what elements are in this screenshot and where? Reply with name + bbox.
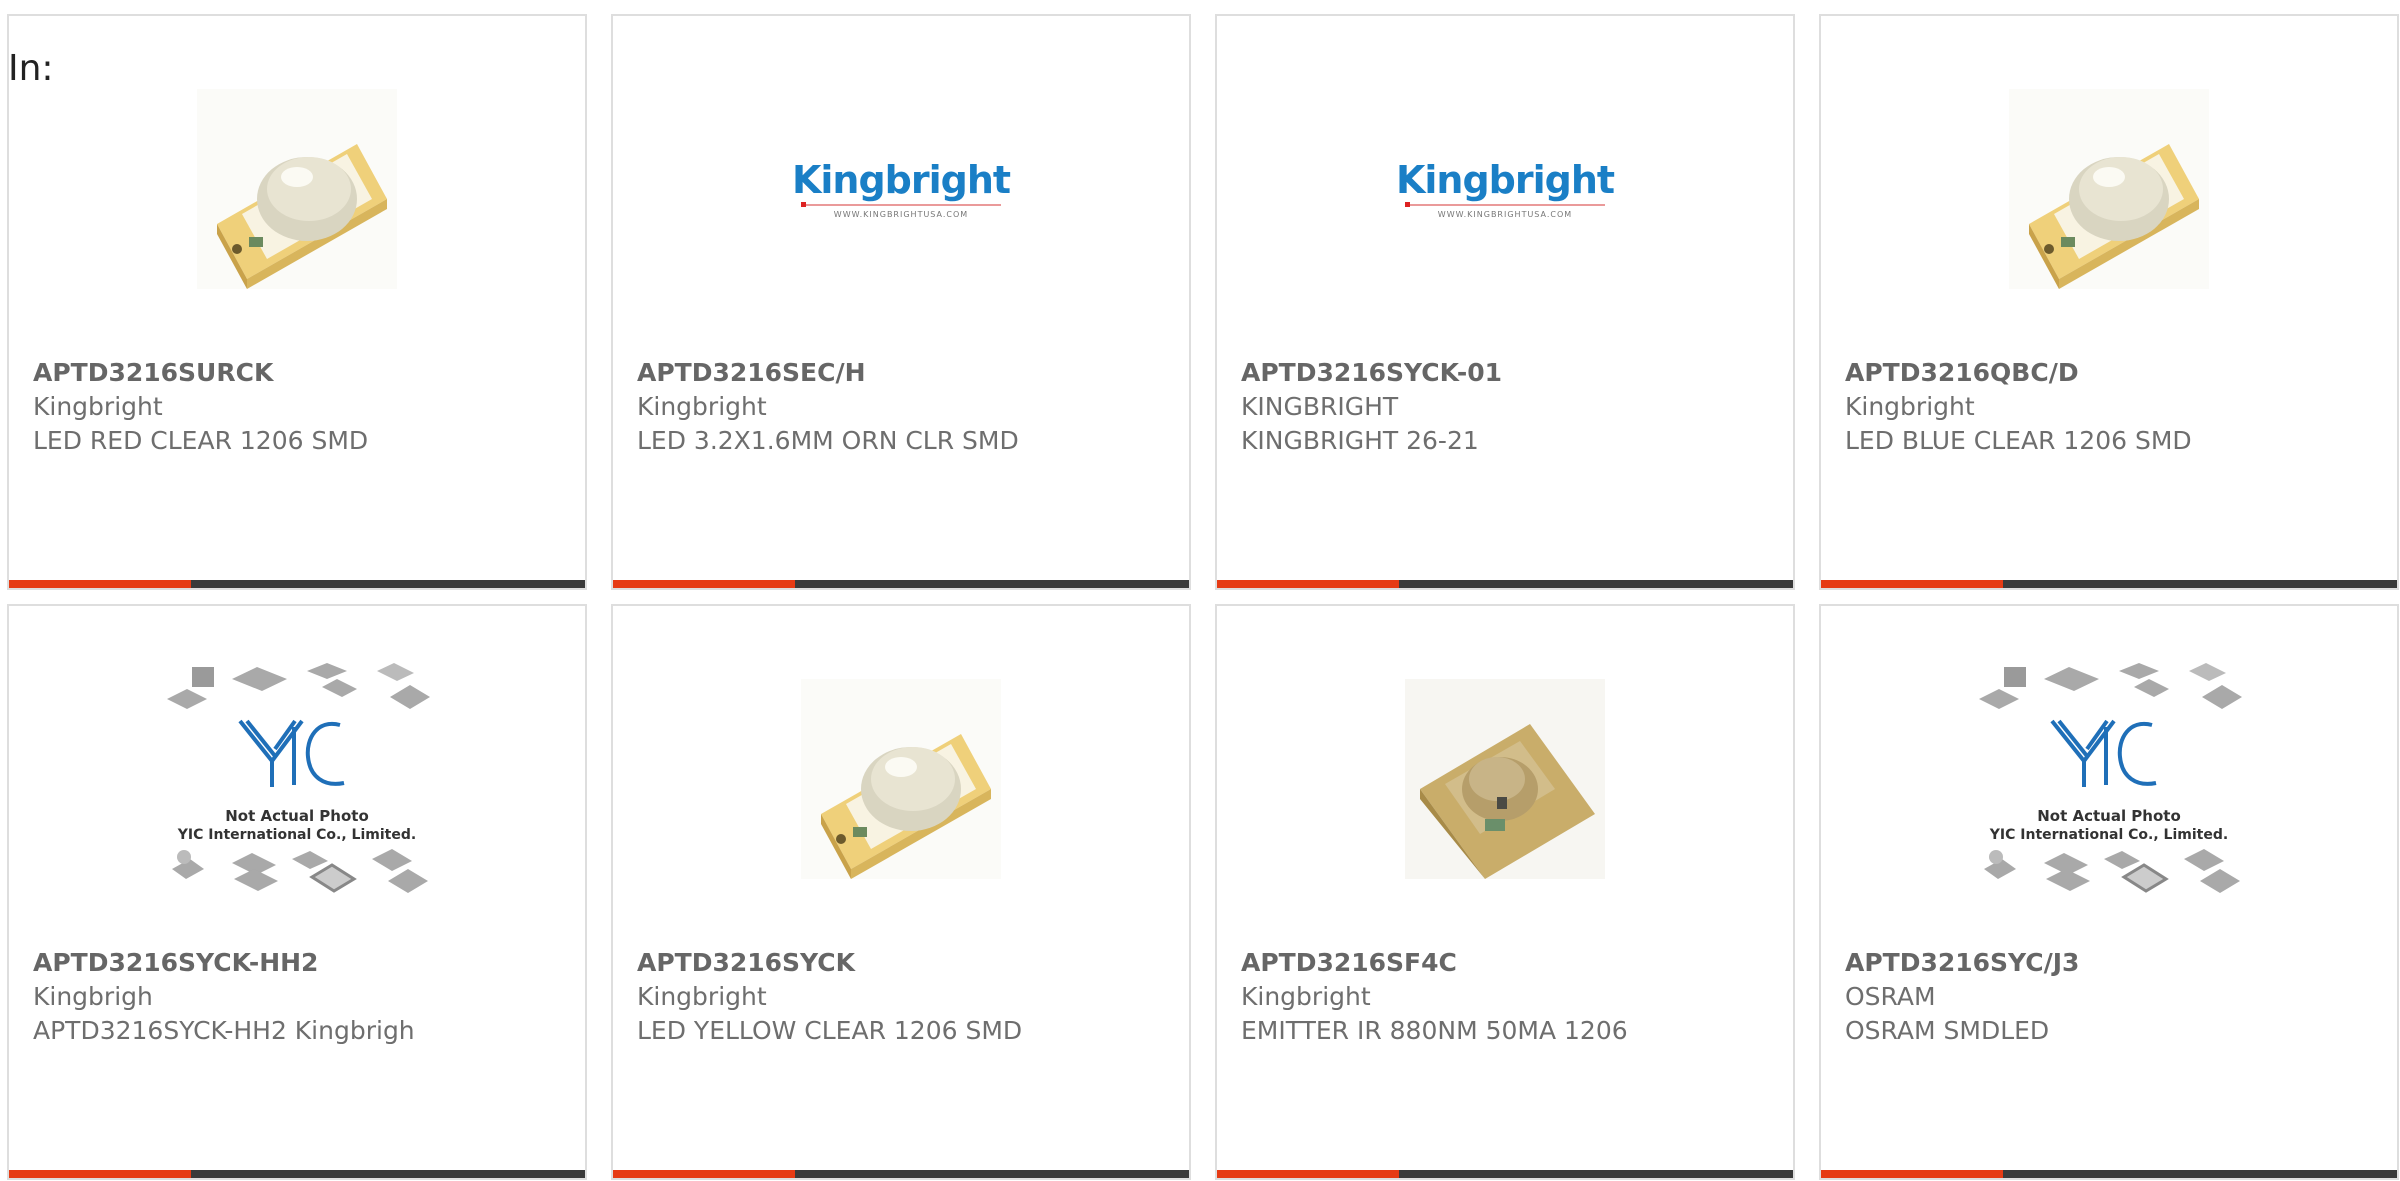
product-photo[interactable]: Not Actual Photo YIC International Co., … <box>1821 646 2397 912</box>
card-bottom-bar <box>9 580 585 588</box>
part-number[interactable]: APTD3216SYC/J3 <box>1845 946 2387 980</box>
product-info: APTD3216SURCK Kingbright LED RED CLEAR 1… <box>33 356 575 458</box>
product-card[interactable]: Kingbright WWW.KINGBRIGHTUSA.COM APTD321… <box>1215 14 1795 590</box>
product-photo[interactable]: Kingbright WWW.KINGBRIGHTUSA.COM <box>1217 56 1793 322</box>
description: APTD3216SYCK-HH2 Kingbrigh <box>33 1016 415 1045</box>
manufacturer: Kingbright <box>1241 982 1371 1011</box>
card-bottom-bar <box>1821 1170 2397 1178</box>
card-bottom-bar <box>1217 1170 1793 1178</box>
product-info: APTD3216SYCK-HH2 Kingbrigh APTD3216SYCK-… <box>33 946 575 1048</box>
description: KINGBRIGHT 26-21 <box>1241 426 1479 455</box>
manufacturer: OSRAM <box>1845 982 1936 1011</box>
svg-text:YIC International Co., Limited: YIC International Co., Limited. <box>177 827 416 843</box>
led-smd-icon <box>801 679 1001 879</box>
manufacturer: Kingbright <box>637 982 767 1011</box>
ir-emitter-icon <box>1405 679 1605 879</box>
product-card[interactable]: APTD3216SURCK Kingbright LED RED CLEAR 1… <box>7 14 587 590</box>
card-bottom-bar <box>1217 580 1793 588</box>
part-number[interactable]: APTD3216SYCK <box>637 946 1179 980</box>
product-card[interactable]: APTD3216SYCK Kingbright LED YELLOW CLEAR… <box>611 604 1191 1180</box>
part-number[interactable]: APTD3216SF4C <box>1241 946 1783 980</box>
product-card[interactable]: APTD3216SF4C Kingbright EMITTER IR 880NM… <box>1215 604 1795 1180</box>
manufacturer: KINGBRIGHT <box>1241 392 1399 421</box>
product-photo[interactable]: Kingbright WWW.KINGBRIGHTUSA.COM <box>613 56 1189 322</box>
part-number[interactable]: APTD3216SYCK-HH2 <box>33 946 575 980</box>
svg-text:Not Actual Photo: Not Actual Photo <box>2037 807 2181 825</box>
product-photo[interactable] <box>613 646 1189 912</box>
product-info: APTD3216SEC/H Kingbright LED 3.2X1.6MM O… <box>637 356 1179 458</box>
manufacturer: Kingbrigh <box>33 982 153 1011</box>
description: LED RED CLEAR 1206 SMD <box>33 426 369 455</box>
part-number[interactable]: APTD3216SYCK-01 <box>1241 356 1783 390</box>
svg-text:YIC International Co., Limited: YIC International Co., Limited. <box>1989 827 2228 843</box>
card-bottom-bar <box>1821 580 2397 588</box>
product-card[interactable]: Kingbright WWW.KINGBRIGHTUSA.COM APTD321… <box>611 14 1191 590</box>
product-info: APTD3216QBC/D Kingbright LED BLUE CLEAR … <box>1845 356 2387 458</box>
product-card[interactable]: Not Actual Photo YIC International Co., … <box>1819 604 2399 1180</box>
product-info: APTD3216SYCK-01 KINGBRIGHT KINGBRIGHT 26… <box>1241 356 1783 458</box>
led-smd-icon <box>197 89 397 289</box>
led-smd-icon <box>2009 89 2209 289</box>
manufacturer: Kingbright <box>33 392 163 421</box>
product-card[interactable]: APTD3216QBC/D Kingbright LED BLUE CLEAR … <box>1819 14 2399 590</box>
description: LED 3.2X1.6MM ORN CLR SMD <box>637 426 1019 455</box>
card-bottom-bar <box>613 1170 1189 1178</box>
in-prefix-label: In: <box>8 48 54 89</box>
manufacturer: Kingbright <box>637 392 767 421</box>
not-actual-photo-icon: Not Actual Photo YIC International Co., … <box>1979 663 2242 893</box>
part-number[interactable]: APTD3216SURCK <box>33 356 575 390</box>
product-info: APTD3216SF4C Kingbright EMITTER IR 880NM… <box>1241 946 1783 1048</box>
description: LED YELLOW CLEAR 1206 SMD <box>637 1016 1023 1045</box>
product-photo[interactable] <box>1217 646 1793 912</box>
description: LED BLUE CLEAR 1206 SMD <box>1845 426 2192 455</box>
product-info: APTD3216SYCK Kingbright LED YELLOW CLEAR… <box>637 946 1179 1048</box>
svg-text:Not Actual Photo: Not Actual Photo <box>225 807 369 825</box>
part-number[interactable]: APTD3216SEC/H <box>637 356 1179 390</box>
not-actual-photo-icon: Not Actual Photo YIC International Co., … <box>167 663 430 893</box>
card-bottom-bar <box>613 580 1189 588</box>
description: OSRAM SMDLED <box>1845 1016 2050 1045</box>
product-info: APTD3216SYC/J3 OSRAM OSRAM SMDLED <box>1845 946 2387 1048</box>
card-bottom-bar <box>9 1170 585 1178</box>
manufacturer: Kingbright <box>1845 392 1975 421</box>
product-photo[interactable] <box>1821 56 2397 322</box>
kingbright-logo-icon: Kingbright WWW.KINGBRIGHTUSA.COM <box>1395 157 1615 219</box>
product-photo[interactable]: Not Actual Photo YIC International Co., … <box>9 646 585 912</box>
part-number[interactable]: APTD3216QBC/D <box>1845 356 2387 390</box>
kingbright-logo-icon: Kingbright WWW.KINGBRIGHTUSA.COM <box>791 157 1011 219</box>
product-grid: APTD3216SURCK Kingbright LED RED CLEAR 1… <box>7 14 2400 1181</box>
description: EMITTER IR 880NM 50MA 1206 <box>1241 1016 1628 1045</box>
product-card[interactable]: Not Actual Photo YIC International Co., … <box>7 604 587 1180</box>
product-photo[interactable] <box>9 56 585 322</box>
